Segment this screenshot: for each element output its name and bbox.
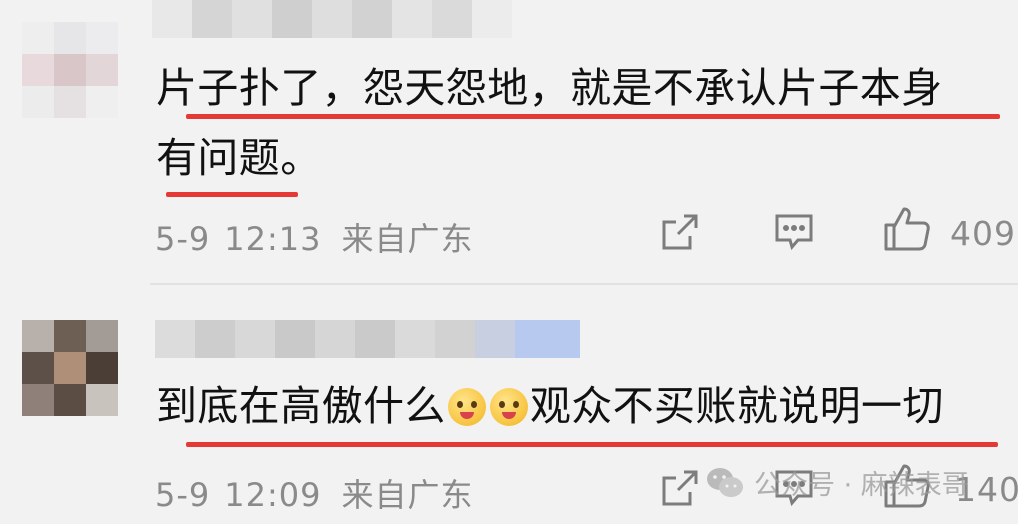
divider bbox=[150, 283, 1018, 285]
comment-icon[interactable] bbox=[774, 212, 814, 252]
watermark-text: 公众号 · 麻辣表哥 bbox=[754, 470, 969, 501]
comment-text-line: 片子扑了，怨天怨地，就是不承认片子本身 bbox=[156, 64, 943, 112]
drooling-face-icon bbox=[489, 388, 528, 426]
comment-location: 来自广东 bbox=[341, 220, 474, 258]
comment-meta: 5-9 12:13 来自广东 bbox=[155, 214, 474, 260]
comment-text-line: 有问题。 bbox=[156, 134, 322, 182]
like-count: 409 bbox=[950, 214, 1016, 253]
avatar[interactable] bbox=[22, 22, 118, 118]
comment-text: 观众不买账就说明一切 bbox=[529, 382, 944, 430]
avatar[interactable] bbox=[22, 320, 118, 416]
share-icon[interactable] bbox=[660, 212, 700, 252]
wechat-icon bbox=[707, 467, 743, 497]
comment-date: 5-9 bbox=[155, 220, 211, 258]
comment-item: 片子扑了，怨天怨地，就是不承认片子本身 有问题。 5-9 12:13 来自广东 40… bbox=[0, 0, 1018, 290]
comment-time: 12:09 bbox=[224, 476, 322, 514]
comment-text: 到底在高傲什么 bbox=[156, 382, 446, 430]
red-underline bbox=[186, 114, 1000, 119]
share-icon[interactable] bbox=[660, 468, 700, 508]
like-icon[interactable] bbox=[883, 205, 931, 253]
comment-date: 5-9 bbox=[155, 476, 211, 514]
username-blurred[interactable] bbox=[152, 0, 512, 38]
drooling-face-icon bbox=[447, 388, 486, 426]
red-underline bbox=[186, 442, 998, 447]
red-underline bbox=[166, 192, 298, 197]
comment-time: 12:13 bbox=[224, 220, 322, 258]
watermark: 公众号 · 麻辣表哥 bbox=[706, 463, 969, 502]
comment-location: 来自广东 bbox=[341, 476, 474, 514]
comment-meta: 5-9 12:09 来自广东 bbox=[155, 470, 474, 516]
username-blurred[interactable] bbox=[155, 320, 580, 358]
comment-text-line: 到底在高傲什么 观众不买账就说明一切 bbox=[156, 386, 944, 427]
